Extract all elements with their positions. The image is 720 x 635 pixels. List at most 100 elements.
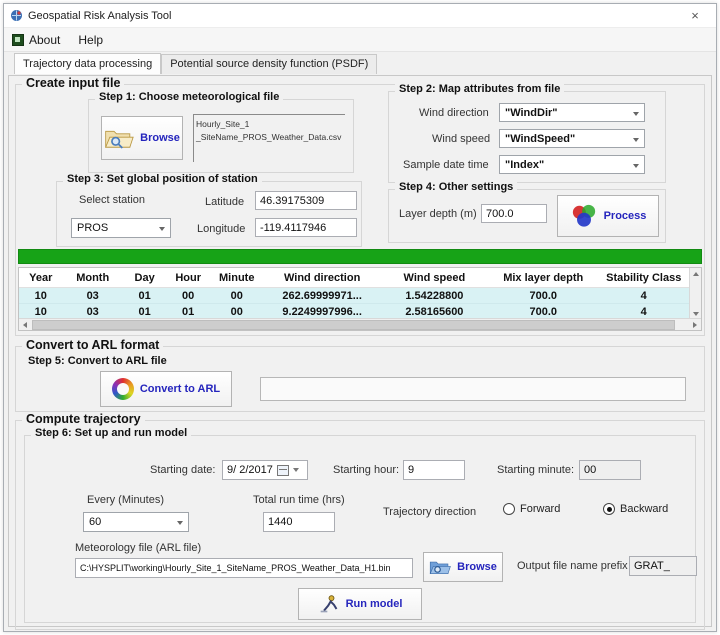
menu-help[interactable]: Help <box>78 33 103 47</box>
step1-title: Step 1: Choose meteorological file <box>95 91 283 103</box>
tab-psdf[interactable]: Potential source density function (PSDF) <box>161 54 377 74</box>
latitude-label: Latitude <box>205 196 244 208</box>
output-prefix-field[interactable] <box>629 556 697 576</box>
trajectory-direction-label: Trajectory direction <box>383 506 476 518</box>
latitude-field[interactable] <box>255 191 357 210</box>
total-run-time-field[interactable] <box>263 512 335 532</box>
scroll-up-icon[interactable] <box>690 268 702 280</box>
table-header-cell: Minute <box>210 272 264 284</box>
weather-data-table: Year Month Day Hour Minute Wind directio… <box>18 267 702 331</box>
group-convert-arl: Convert to ARL format Step 5: Convert to… <box>15 346 705 412</box>
table-cell: 1.54228800 <box>381 290 488 302</box>
table-row[interactable]: 10 03 01 00 00 262.69999971... 1.5422880… <box>19 288 701 304</box>
radio-circle-icon <box>503 503 515 515</box>
table-cell: 01 <box>123 306 167 318</box>
table-cell: 10 <box>19 306 63 318</box>
table-cell: 01 <box>123 290 167 302</box>
table-cell: 262.69999971... <box>264 290 381 302</box>
starting-minute-label: Starting minute: <box>497 464 574 476</box>
longitude-label: Longitude <box>197 223 245 235</box>
radio-backward[interactable]: Backward <box>603 503 668 515</box>
chevron-down-icon <box>633 164 639 168</box>
step2-title: Step 2: Map attributes from file <box>395 83 564 95</box>
group-convert-title: Convert to ARL format <box>22 338 163 352</box>
rgb-circles-icon <box>570 203 598 229</box>
starting-date-value: 9/ 2/2017 <box>227 464 273 476</box>
radio-forward[interactable]: Forward <box>503 503 560 515</box>
wind-direction-select[interactable]: "WindDir" <box>499 103 645 122</box>
convert-arl-button[interactable]: Convert to ARL <box>100 371 232 407</box>
every-minutes-label: Every (Minutes) <box>87 494 164 506</box>
wind-direction-value: "WindDir" <box>505 107 558 119</box>
table-cell: 00 <box>210 290 264 302</box>
close-button[interactable]: × <box>680 5 710 27</box>
group-step3: Step 3: Set global position of station S… <box>56 181 362 247</box>
sample-date-time-select[interactable]: "Index" <box>499 155 645 174</box>
chevron-down-icon <box>159 227 165 231</box>
tab-content: Create input file Step 1: Choose meteoro… <box>8 75 712 627</box>
menu-about[interactable]: About <box>12 33 60 47</box>
table-header-cell: Day <box>123 272 167 284</box>
table-header-cell: Month <box>63 272 123 284</box>
table-header-row: Year Month Day Hour Minute Wind directio… <box>19 268 701 288</box>
step5-title: Step 5: Convert to ARL file <box>28 355 167 367</box>
backward-label: Backward <box>620 503 668 515</box>
table-vertical-scrollbar[interactable] <box>689 268 701 320</box>
about-icon <box>12 34 24 46</box>
starting-hour-field[interactable] <box>403 460 465 480</box>
browse-arl-button[interactable]: Browse <box>423 552 503 582</box>
group-step4: Step 4: Other settings Layer depth (m) P… <box>388 189 666 243</box>
table-cell: 700.0 <box>488 290 599 302</box>
group-step1: Step 1: Choose meteorological file Brows… <box>88 99 354 173</box>
every-minutes-select[interactable]: 60 <box>83 512 189 532</box>
table-cell: 4 <box>599 306 689 318</box>
table-cell: 03 <box>63 290 123 302</box>
starting-minute-field[interactable] <box>579 460 641 480</box>
met-file-label: Meteorology file (ARL file) <box>75 542 201 554</box>
table-cell: 03 <box>63 306 123 318</box>
select-station-label: Select station <box>79 194 145 206</box>
wind-speed-select[interactable]: "WindSpeed" <box>499 129 645 148</box>
total-run-time-label: Total run time (hrs) <box>253 494 345 506</box>
table-header-cell: Year <box>19 272 63 284</box>
table-header-cell: Wind speed <box>381 272 488 284</box>
table-horizontal-scrollbar[interactable] <box>19 318 701 330</box>
starting-date-label: Starting date: <box>150 464 215 476</box>
forward-label: Forward <box>520 503 560 515</box>
color-wheel-icon <box>112 378 134 400</box>
calendar-icon <box>277 465 289 476</box>
station-select[interactable]: PROS <box>71 218 171 238</box>
chevron-down-icon <box>177 521 183 525</box>
step4-title: Step 4: Other settings <box>395 181 517 193</box>
app-icon <box>10 9 23 22</box>
group-compute-title: Compute trajectory <box>22 412 145 426</box>
group-create-title: Create input file <box>22 76 124 90</box>
tab-strip: Trajectory data processing Potential sou… <box>4 52 716 74</box>
sample-date-time-value: "Index" <box>505 159 544 171</box>
browse-arl-label: Browse <box>457 561 497 573</box>
browse-met-file-button[interactable]: Browse <box>101 116 183 160</box>
table-cell: 00 <box>210 306 264 318</box>
menu-about-label: About <box>29 33 60 47</box>
group-step2: Step 2: Map attributes from file Wind di… <box>388 91 666 183</box>
sample-date-time-label: Sample date time <box>403 159 489 171</box>
menu-bar: About Help <box>4 28 716 52</box>
run-model-button[interactable]: Run model <box>298 588 422 620</box>
processing-progress-bar <box>18 249 702 264</box>
scrollbar-thumb[interactable] <box>32 320 675 330</box>
layer-depth-field[interactable] <box>481 204 547 223</box>
scroll-left-icon[interactable] <box>19 319 31 331</box>
table-cell: 9.2249997996... <box>264 306 381 318</box>
longitude-field[interactable] <box>255 218 357 237</box>
wind-speed-label: Wind speed <box>432 133 490 145</box>
scroll-right-icon[interactable] <box>689 319 701 331</box>
folder-search-icon <box>429 558 451 576</box>
radio-circle-selected-icon <box>603 503 615 515</box>
table-cell: 10 <box>19 290 63 302</box>
process-button[interactable]: Process <box>557 195 659 237</box>
title-bar: Geospatial Risk Analysis Tool × <box>4 4 716 28</box>
starting-date-picker[interactable]: 9/ 2/2017 <box>222 460 308 480</box>
met-file-path-field[interactable]: C:\HYSPLIT\working\Hourly_Site_1_SiteNam… <box>75 558 413 578</box>
tab-trajectory[interactable]: Trajectory data processing <box>14 53 161 74</box>
table-header-cell: Mix layer depth <box>488 272 599 284</box>
